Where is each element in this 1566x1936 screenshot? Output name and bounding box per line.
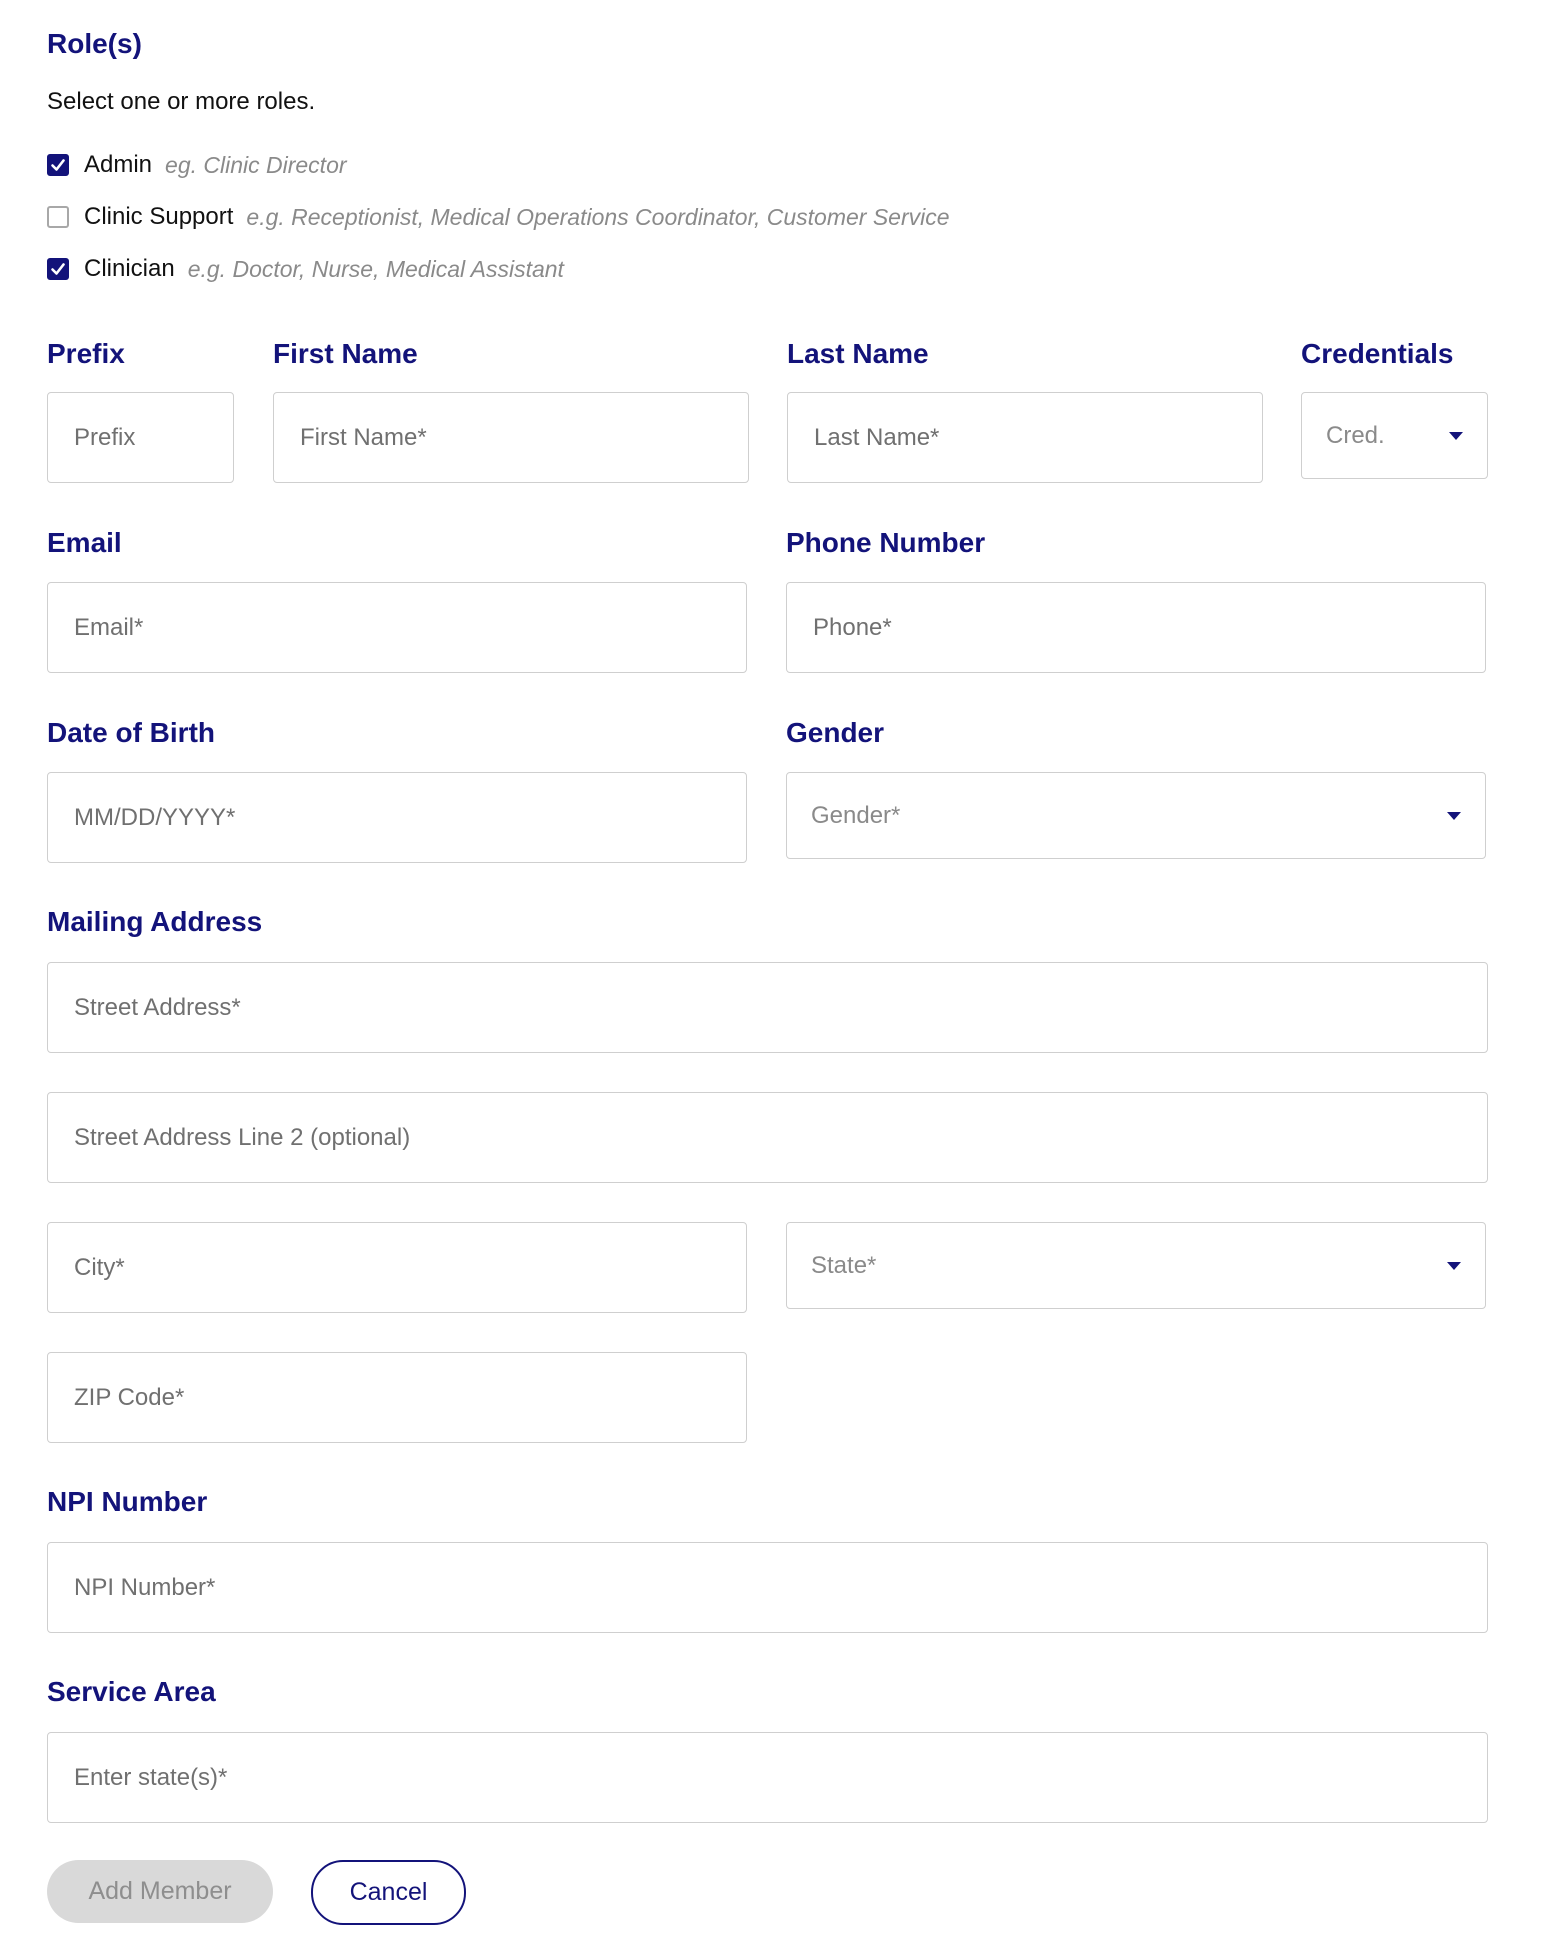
prefix-heading: Prefix xyxy=(47,338,125,369)
first-name-field[interactable] xyxy=(273,392,749,483)
gender-placeholder: Gender* xyxy=(811,801,901,829)
role-label: Clinic Support xyxy=(84,203,234,230)
phone-input[interactable] xyxy=(813,613,1459,642)
role-example: e.g. Receptionist, Medical Operations Co… xyxy=(246,203,950,230)
gender-heading: Gender xyxy=(786,717,885,748)
email-heading: Email xyxy=(47,527,122,558)
roles-heading: Role(s) xyxy=(47,28,142,59)
first-name-input[interactable] xyxy=(300,423,722,452)
admin-checkbox[interactable] xyxy=(47,154,69,176)
street-address-line2-field[interactable] xyxy=(47,1092,1488,1183)
role-label: Clinician xyxy=(84,255,175,282)
checkmark-icon xyxy=(51,263,65,275)
street-address-field[interactable] xyxy=(47,962,1488,1053)
service-area-heading: Service Area xyxy=(47,1676,216,1707)
street-address-input[interactable] xyxy=(74,993,1461,1022)
roles-instruction: Select one or more roles. xyxy=(47,88,316,115)
zip-code-input[interactable] xyxy=(74,1383,720,1412)
phone-heading: Phone Number xyxy=(786,527,986,558)
state-placeholder: State* xyxy=(811,1251,877,1279)
role-example: eg. Clinic Director xyxy=(165,151,347,178)
last-name-heading: Last Name xyxy=(787,338,929,369)
prefix-field[interactable] xyxy=(47,392,234,483)
role-option-clinician[interactable]: Clinician e.g. Doctor, Nurse, Medical As… xyxy=(47,255,564,283)
gender-select[interactable]: Gender* xyxy=(786,772,1486,859)
clinician-checkbox[interactable] xyxy=(47,258,69,280)
prefix-input[interactable] xyxy=(74,423,207,452)
role-option-admin[interactable]: Admin eg. Clinic Director xyxy=(47,151,347,179)
credentials-placeholder: Cred. xyxy=(1326,421,1385,449)
email-field[interactable] xyxy=(47,582,747,673)
city-input[interactable] xyxy=(74,1253,720,1282)
dob-heading: Date of Birth xyxy=(47,717,215,748)
phone-field[interactable] xyxy=(786,582,1486,673)
npi-heading: NPI Number xyxy=(47,1486,208,1517)
state-select[interactable]: State* xyxy=(786,1222,1486,1309)
chevron-down-icon xyxy=(1447,811,1461,820)
role-example: e.g. Doctor, Nurse, Medical Assistant xyxy=(187,255,564,282)
last-name-input[interactable] xyxy=(814,423,1236,452)
first-name-heading: First Name xyxy=(273,338,418,369)
chevron-down-icon xyxy=(1447,1261,1461,1270)
clinic-support-checkbox[interactable] xyxy=(47,206,69,228)
credentials-heading: Credentials xyxy=(1301,338,1454,369)
city-field[interactable] xyxy=(47,1222,747,1313)
add-member-button[interactable]: Add Member xyxy=(47,1860,273,1923)
service-area-input[interactable] xyxy=(74,1763,1461,1792)
dob-field[interactable] xyxy=(47,772,747,863)
role-option-clinic-support[interactable]: Clinic Support e.g. Receptionist, Medica… xyxy=(47,203,950,231)
last-name-field[interactable] xyxy=(787,392,1263,483)
checkmark-icon xyxy=(51,159,65,171)
mailing-address-heading: Mailing Address xyxy=(47,906,263,937)
role-label: Admin xyxy=(84,151,153,178)
credentials-select[interactable]: Cred. xyxy=(1301,392,1488,479)
chevron-down-icon xyxy=(1449,431,1463,440)
service-area-field[interactable] xyxy=(47,1732,1488,1823)
street-address-line2-input[interactable] xyxy=(74,1123,1461,1152)
npi-input[interactable] xyxy=(74,1573,1461,1602)
cancel-button[interactable]: Cancel xyxy=(311,1860,466,1925)
dob-input[interactable] xyxy=(74,803,720,832)
zip-code-field[interactable] xyxy=(47,1352,747,1443)
npi-field[interactable] xyxy=(47,1542,1488,1633)
email-input[interactable] xyxy=(74,613,720,642)
